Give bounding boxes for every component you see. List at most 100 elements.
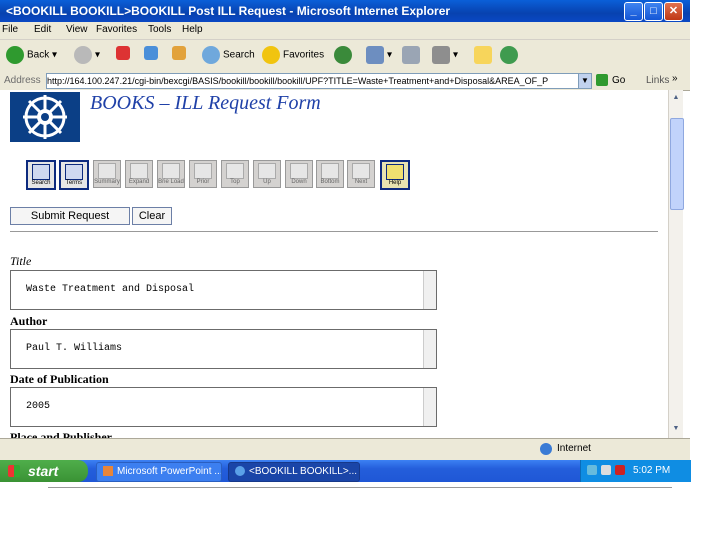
print-button[interactable]	[402, 46, 423, 64]
star-icon	[262, 46, 280, 64]
up-nav-button: Up	[253, 160, 281, 188]
bottom-icon	[321, 163, 339, 179]
title-field-scrollbar[interactable]	[423, 271, 436, 309]
ie-icon	[235, 466, 245, 477]
favorites-button[interactable]: Favorites	[262, 46, 324, 64]
mail-icon	[366, 46, 384, 64]
divider	[10, 231, 658, 232]
menu-file[interactable]: File	[2, 24, 18, 35]
discuss-button[interactable]	[474, 46, 495, 64]
toolbar: Back ▾ ▾ Search Favorites ▾ ▾	[0, 40, 690, 73]
down-icon	[290, 163, 308, 179]
tray-network-icon[interactable]	[587, 465, 597, 475]
next-nav-button: Next	[347, 160, 375, 188]
terms-nav-button[interactable]: Terms	[59, 160, 89, 190]
globe-icon	[540, 443, 552, 455]
links-label[interactable]: Links	[646, 75, 669, 86]
clear-button[interactable]: Clear	[132, 207, 172, 225]
next-icon	[352, 163, 370, 179]
address-label: Address	[4, 75, 41, 86]
messenger-button[interactable]	[500, 46, 521, 64]
load-icon	[162, 163, 180, 179]
help-nav-button[interactable]: Help	[380, 160, 410, 190]
author-label: Author	[10, 314, 48, 328]
edit-icon	[432, 46, 450, 64]
links-chevron-icon[interactable]: »	[672, 73, 678, 84]
expand-nav-button: Expand	[125, 160, 153, 188]
tray-volume-icon[interactable]	[601, 465, 611, 475]
top-icon	[226, 163, 244, 179]
start-button[interactable]: start	[0, 460, 88, 482]
go-button[interactable]: Go	[612, 75, 625, 86]
search-icon	[202, 46, 220, 64]
messenger-icon	[500, 46, 518, 64]
system-tray: 5:02 PM	[580, 460, 691, 482]
prior-nav-button: Prior	[189, 160, 217, 188]
minimize-button[interactable]: _	[624, 2, 643, 21]
tray-antivirus-icon[interactable]	[615, 465, 625, 475]
security-zone: Internet	[557, 443, 591, 454]
date-label: Date of Publication	[10, 372, 109, 386]
magnifier-icon	[32, 164, 50, 180]
back-button[interactable]: Back ▾	[6, 46, 57, 64]
taskbar-ie-window[interactable]: <BOOKILL BOOKILL>...	[228, 462, 360, 482]
menu-help[interactable]: Help	[182, 24, 203, 35]
summary-icon	[98, 163, 116, 179]
summary-nav-button: Summary	[93, 160, 121, 188]
stop-button[interactable]	[116, 46, 133, 60]
title-field[interactable]: Waste Treatment and Disposal	[10, 270, 437, 310]
place-publisher-label: Place and Publisher	[10, 430, 113, 438]
maximize-button[interactable]: □	[644, 2, 663, 21]
refresh-button[interactable]	[144, 46, 161, 60]
menu-favorites[interactable]: Favorites	[96, 24, 137, 35]
clock[interactable]: 5:02 PM	[633, 465, 670, 476]
author-field-scrollbar[interactable]	[423, 330, 436, 368]
menu-tools[interactable]: Tools	[148, 24, 171, 35]
go-arrow-icon[interactable]	[596, 74, 608, 86]
back-arrow-icon	[6, 46, 24, 64]
forward-arrow-icon	[74, 46, 92, 64]
edit-button[interactable]: ▾	[432, 46, 458, 64]
submit-request-button[interactable]: Submit Request	[10, 207, 130, 225]
address-dropdown[interactable]: ▼	[578, 73, 592, 89]
author-field[interactable]: Paul T. Williams	[10, 329, 437, 369]
history-button[interactable]	[334, 46, 355, 64]
close-button[interactable]: ✕	[664, 2, 683, 21]
down-nav-button: Down	[285, 160, 313, 188]
taskbar: start Microsoft PowerPoint ... <BOOKILL …	[0, 460, 691, 482]
print-icon	[402, 46, 420, 64]
mail-button[interactable]: ▾	[366, 46, 392, 64]
load-nav-button: Brie Load	[157, 160, 185, 188]
window-title: <BOOKILL BOOKILL>BOOKILL Post ILL Reques…	[6, 4, 451, 18]
menu-edit[interactable]: Edit	[34, 24, 51, 35]
refresh-icon	[144, 46, 158, 60]
stop-icon	[116, 46, 130, 60]
taskbar-powerpoint[interactable]: Microsoft PowerPoint ...	[96, 462, 222, 482]
search-button[interactable]: Search	[202, 46, 255, 64]
slide-divider	[48, 487, 672, 488]
page-scrollbar[interactable]: ▲ ▼	[668, 90, 684, 438]
scroll-up-icon[interactable]: ▲	[670, 92, 682, 104]
bottom-nav-button: Bottom	[316, 160, 344, 188]
library-logo	[10, 92, 80, 142]
windows-logo-icon	[8, 465, 20, 477]
home-button[interactable]	[172, 46, 189, 60]
status-bar: Internet	[0, 438, 690, 461]
forward-button[interactable]: ▾	[74, 46, 100, 64]
menu-view[interactable]: View	[66, 24, 88, 35]
date-field[interactable]: 2005	[10, 387, 437, 427]
title-label: Title	[10, 254, 32, 268]
menu-bar: File Edit View Favorites Tools Help	[0, 22, 690, 40]
date-field-scrollbar[interactable]	[423, 388, 436, 426]
prior-icon	[194, 163, 212, 179]
scroll-thumb[interactable]	[670, 118, 684, 210]
search-nav-button[interactable]: Search	[26, 160, 56, 190]
help-icon	[386, 164, 404, 180]
address-input[interactable]: http://164.100.247.21/cgi-bin/bexcgi/BAS…	[46, 73, 580, 89]
folder-icon	[474, 46, 492, 64]
address-bar: Address http://164.100.247.21/cgi-bin/be…	[0, 72, 690, 91]
window-title-bar[interactable]: <BOOKILL BOOKILL>BOOKILL Post ILL Reques…	[0, 0, 690, 22]
terms-icon	[65, 164, 83, 180]
scroll-down-icon[interactable]: ▼	[670, 423, 682, 435]
history-icon	[334, 46, 352, 64]
